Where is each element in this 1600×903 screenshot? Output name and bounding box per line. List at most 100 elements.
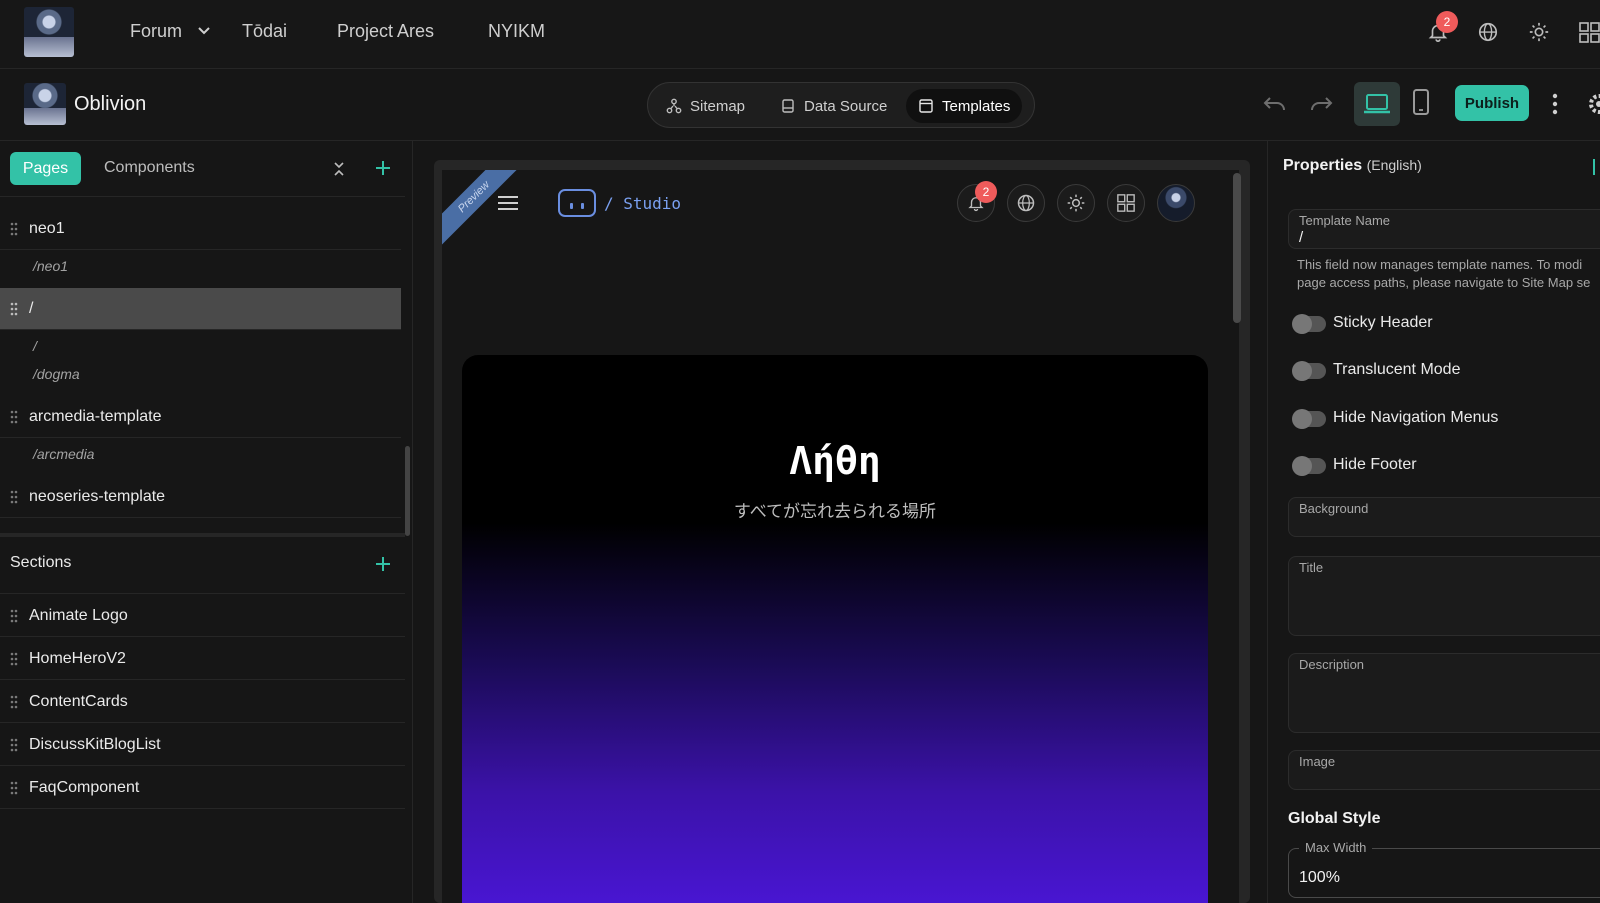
properties-title: Properties (English) bbox=[1283, 157, 1422, 175]
panel-divider[interactable] bbox=[0, 533, 405, 537]
tab-templates-label: Templates bbox=[942, 97, 1011, 115]
page-item-neo1[interactable]: neo1 bbox=[0, 208, 401, 250]
chevron-down-icon[interactable] bbox=[197, 26, 211, 36]
properties-lang[interactable]: (English) bbox=[1367, 157, 1422, 173]
section-item-faqcomponent[interactable]: FaqComponent bbox=[0, 767, 405, 809]
tab-templates[interactable]: Templates bbox=[906, 89, 1023, 123]
sitemap-icon bbox=[666, 98, 682, 114]
nav-link-forum[interactable]: Forum bbox=[130, 21, 182, 42]
plus-icon bbox=[376, 557, 390, 571]
preview-frame[interactable]: Preview / Studio 2 Λήθη すべてが忘れ去られる場所 bbox=[442, 170, 1239, 903]
hero-subtitle: すべてが忘れ去られる場所 bbox=[733, 502, 937, 521]
section-item-contentcards[interactable]: ContentCards bbox=[0, 681, 405, 723]
image-field[interactable]: Image bbox=[1288, 750, 1600, 790]
preview-notification-badge: 2 bbox=[975, 181, 997, 203]
preview-avatar[interactable] bbox=[1157, 184, 1195, 222]
section-item-animate-logo[interactable]: Animate Logo bbox=[0, 595, 405, 637]
max-width-field[interactable]: Max Width 100% bbox=[1288, 840, 1600, 898]
section-item-homeherov2[interactable]: HomeHeroV2 bbox=[0, 638, 405, 680]
drag-handle-icon[interactable] bbox=[10, 222, 18, 236]
title-field[interactable]: Title bbox=[1288, 556, 1600, 636]
theme-toggle-button[interactable] bbox=[1522, 15, 1556, 49]
apps-grid-icon bbox=[1117, 194, 1135, 212]
translucent-mode-toggle[interactable] bbox=[1292, 361, 1326, 381]
template-name-value[interactable]: / bbox=[1299, 229, 1303, 246]
mobile-view-button[interactable] bbox=[1412, 88, 1430, 116]
drag-handle-icon[interactable] bbox=[10, 781, 18, 795]
add-section-button[interactable] bbox=[375, 556, 391, 572]
site-logo[interactable] bbox=[24, 7, 74, 57]
hide-navigation-menus-toggle[interactable] bbox=[1292, 409, 1326, 429]
studio-logo-icon[interactable] bbox=[558, 189, 596, 217]
site-name: Oblivion bbox=[74, 93, 147, 115]
template-name-field[interactable]: Template Name / bbox=[1288, 209, 1600, 249]
section-item-label: HomeHeroV2 bbox=[29, 650, 126, 667]
collapse-icon[interactable] bbox=[333, 161, 345, 177]
nav-link-project-ares[interactable]: Project Ares bbox=[337, 21, 434, 42]
publish-button[interactable]: Publish bbox=[1455, 85, 1529, 121]
hide-footer-toggle[interactable] bbox=[1292, 456, 1326, 476]
tab-pages[interactable]: Pages bbox=[10, 152, 81, 185]
drag-handle-icon[interactable] bbox=[10, 410, 18, 424]
description-field[interactable]: Description bbox=[1288, 653, 1600, 733]
drag-handle-icon[interactable] bbox=[10, 652, 18, 666]
page-item-neoseries-template[interactable]: neoseries-template bbox=[0, 476, 401, 518]
preview-theme-button[interactable] bbox=[1057, 184, 1095, 222]
sun-icon bbox=[1529, 22, 1549, 42]
language-button[interactable] bbox=[1471, 15, 1505, 49]
apps-grid-icon[interactable] bbox=[1579, 22, 1600, 43]
globe-icon bbox=[1017, 194, 1035, 212]
drag-handle-icon[interactable] bbox=[10, 490, 18, 504]
database-icon bbox=[782, 99, 794, 113]
sections-title: Sections bbox=[10, 554, 72, 571]
pages-scrollbar[interactable] bbox=[405, 446, 410, 536]
nav-link-todai[interactable]: Tōdai bbox=[242, 21, 287, 42]
hamburger-menu-icon[interactable] bbox=[497, 195, 519, 211]
drag-handle-icon[interactable] bbox=[10, 695, 18, 709]
tab-sitemap[interactable]: Sitemap bbox=[654, 89, 757, 123]
background-field[interactable]: Background bbox=[1288, 497, 1600, 537]
page-path[interactable]: /neo1 bbox=[33, 258, 68, 274]
drag-handle-icon[interactable] bbox=[10, 738, 18, 752]
preview-apps-button[interactable] bbox=[1107, 184, 1145, 222]
background-label: Background bbox=[1299, 501, 1369, 516]
preview-language-button[interactable] bbox=[1007, 184, 1045, 222]
desktop-view-button[interactable] bbox=[1354, 82, 1400, 126]
drag-handle-icon[interactable] bbox=[10, 609, 18, 623]
notification-badge: 2 bbox=[1436, 11, 1458, 33]
hide-footer-label: Hide Footer bbox=[1333, 456, 1417, 473]
page-item-label: / bbox=[29, 300, 34, 317]
page-path[interactable]: /dogma bbox=[33, 366, 80, 382]
sticky-header-toggle[interactable] bbox=[1292, 314, 1326, 334]
properties-title-text: Properties bbox=[1283, 157, 1363, 174]
plus-icon bbox=[376, 161, 390, 175]
nav-link-nyikm[interactable]: NYIKM bbox=[488, 21, 545, 42]
page-item-root[interactable]: / bbox=[0, 288, 401, 330]
properties-panel: Properties (English) Template Name / Thi… bbox=[1267, 141, 1600, 903]
redo-icon[interactable] bbox=[1308, 93, 1334, 115]
page-item-label: arcmedia-template bbox=[29, 408, 162, 425]
translucent-mode-label: Translucent Mode bbox=[1333, 361, 1461, 378]
panel-toggle-icon[interactable] bbox=[1593, 159, 1597, 175]
studio-brand[interactable]: / Studio bbox=[604, 194, 681, 213]
hero-section: Λήθη すべてが忘れ去られる場所 bbox=[462, 355, 1208, 903]
drag-handle-icon[interactable] bbox=[10, 302, 18, 316]
template-name-label: Template Name bbox=[1299, 213, 1391, 228]
tab-components[interactable]: Components bbox=[104, 159, 195, 177]
left-panel: Pages Components neo1 /neo1 / / /dogma a… bbox=[0, 141, 413, 903]
max-width-value[interactable]: 100% bbox=[1299, 869, 1340, 887]
preview-scrollbar[interactable] bbox=[1233, 173, 1241, 323]
help-line: This field now manages template names. T… bbox=[1297, 257, 1583, 272]
page-path[interactable]: / bbox=[33, 338, 37, 354]
template-name-help: This field now manages template names. T… bbox=[1297, 256, 1590, 292]
description-label: Description bbox=[1299, 657, 1365, 672]
settings-gear-icon[interactable] bbox=[1588, 93, 1600, 115]
sun-icon bbox=[1067, 194, 1085, 212]
page-path[interactable]: /arcmedia bbox=[33, 446, 94, 462]
page-item-arcmedia-template[interactable]: arcmedia-template bbox=[0, 396, 401, 438]
add-page-button[interactable] bbox=[375, 160, 391, 176]
section-item-discusskitbloglist[interactable]: DiscussKitBlogList bbox=[0, 724, 405, 766]
more-options-icon[interactable] bbox=[1552, 93, 1558, 115]
undo-icon[interactable] bbox=[1262, 93, 1288, 115]
tab-data-source[interactable]: Data Source bbox=[768, 89, 899, 123]
